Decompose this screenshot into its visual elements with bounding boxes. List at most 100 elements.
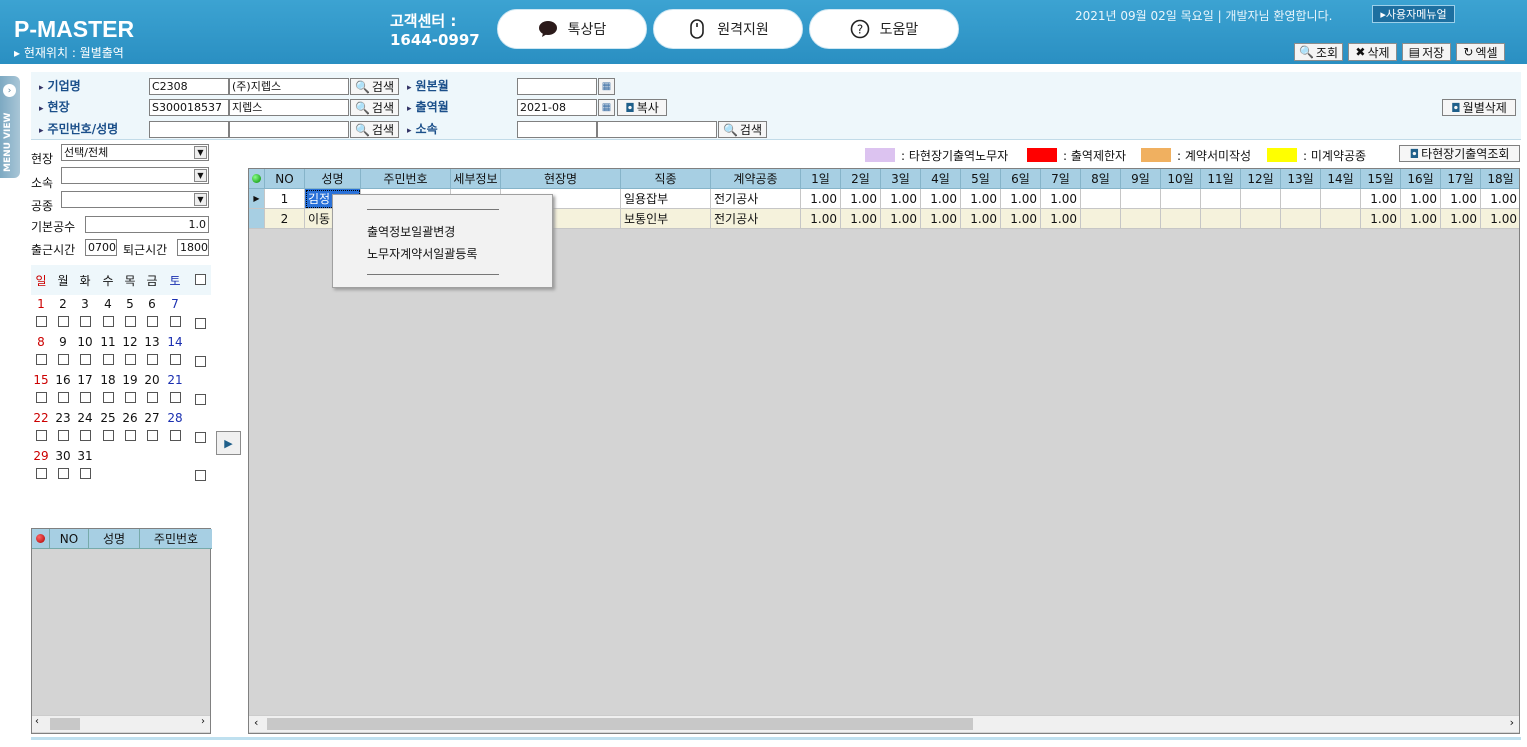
site-code-input[interactable]: S300018537 bbox=[149, 99, 229, 116]
scroll-left-icon[interactable]: ‹ bbox=[254, 716, 258, 729]
day-checkbox[interactable] bbox=[58, 430, 69, 441]
chat-support-button[interactable]: 톡상담 bbox=[497, 9, 647, 49]
day-checkbox[interactable] bbox=[36, 392, 47, 403]
grid-header[interactable]: 5일 bbox=[961, 169, 1001, 189]
day-checkbox[interactable] bbox=[103, 316, 114, 327]
row-indicator[interactable]: ▶ bbox=[249, 189, 265, 209]
day-checkbox[interactable] bbox=[80, 430, 91, 441]
grid-cell[interactable]: 1.00 bbox=[961, 209, 1001, 229]
grid-cell[interactable]: 1.00 bbox=[1401, 189, 1441, 209]
grid-cell[interactable] bbox=[1241, 209, 1281, 229]
day-checkbox[interactable] bbox=[125, 316, 136, 327]
affiliation-search-button[interactable]: 🔍 검색 bbox=[718, 121, 767, 138]
grid-cell[interactable]: 1.00 bbox=[841, 209, 881, 229]
excel-button[interactable]: ↻ 엑셀 bbox=[1456, 43, 1505, 61]
grid-header-no[interactable]: NO bbox=[50, 529, 89, 549]
horizontal-scrollbar[interactable]: ‹ › bbox=[32, 715, 210, 732]
grid-cell[interactable]: 1.00 bbox=[1361, 209, 1401, 229]
grid-header[interactable]: 6일 bbox=[1001, 169, 1041, 189]
main-horizontal-scrollbar[interactable]: ‹ › bbox=[249, 715, 1519, 732]
grid-cell[interactable]: 보통인부 bbox=[621, 209, 711, 229]
query-button[interactable]: 🔍 조회 bbox=[1294, 43, 1343, 61]
grid-header[interactable]: 16일 bbox=[1401, 169, 1441, 189]
day-checkbox[interactable] bbox=[80, 468, 91, 479]
grid-cell[interactable]: 1.00 bbox=[921, 189, 961, 209]
day-checkbox[interactable] bbox=[36, 468, 47, 479]
grid-cell[interactable]: 1.00 bbox=[801, 189, 841, 209]
week-checkbox[interactable] bbox=[195, 318, 206, 329]
delete-button[interactable]: ✖ 삭제 bbox=[1348, 43, 1397, 61]
help-button[interactable]: ? 도움말 bbox=[809, 9, 959, 49]
grid-cell[interactable]: 일용잡부 bbox=[621, 189, 711, 209]
grid-cell[interactable]: 1.00 bbox=[881, 209, 921, 229]
grid-header-jumin[interactable]: 주민번호 bbox=[140, 529, 212, 549]
menu-item-bulk-change-attendance[interactable]: 출역정보일괄변경 bbox=[367, 223, 455, 240]
company-search-button[interactable]: 🔍 검색 bbox=[350, 78, 399, 95]
grid-header[interactable]: 7일 bbox=[1041, 169, 1081, 189]
day-checkbox[interactable] bbox=[170, 316, 181, 327]
copy-button[interactable]: ◘ 복사 bbox=[617, 99, 667, 116]
grid-header[interactable]: 3일 bbox=[881, 169, 921, 189]
day-checkbox[interactable] bbox=[80, 392, 91, 403]
day-checkbox[interactable] bbox=[103, 430, 114, 441]
grid-cell[interactable]: 1.00 bbox=[961, 189, 1001, 209]
grid-header[interactable]: 12일 bbox=[1241, 169, 1281, 189]
day-checkbox[interactable] bbox=[147, 354, 158, 365]
grid-cell[interactable] bbox=[1241, 189, 1281, 209]
grid-header[interactable]: 13일 bbox=[1281, 169, 1321, 189]
grid-cell[interactable] bbox=[1281, 189, 1321, 209]
affiliation-code-input[interactable] bbox=[517, 121, 597, 138]
grid-cell[interactable] bbox=[1081, 209, 1121, 229]
calendar-icon[interactable]: ▦ bbox=[598, 99, 615, 116]
week-checkbox[interactable] bbox=[195, 432, 206, 443]
day-checkbox[interactable] bbox=[147, 430, 158, 441]
day-checkbox[interactable] bbox=[103, 392, 114, 403]
grid-cell[interactable]: 1.00 bbox=[881, 189, 921, 209]
end-time-input[interactable]: 1800 bbox=[177, 239, 209, 256]
trade-select[interactable]: ▼ bbox=[61, 191, 209, 208]
grid-header[interactable]: 주민번호 bbox=[361, 169, 451, 189]
grid-cell[interactable] bbox=[1081, 189, 1121, 209]
grid-header[interactable]: 2일 bbox=[841, 169, 881, 189]
monthly-delete-button[interactable]: ◘ 월별삭제 bbox=[1442, 99, 1516, 116]
grid-cell[interactable] bbox=[1121, 209, 1161, 229]
grid-header[interactable]: 10일 bbox=[1161, 169, 1201, 189]
day-checkbox[interactable] bbox=[170, 354, 181, 365]
grid-cell[interactable] bbox=[1161, 209, 1201, 229]
grid-cell[interactable] bbox=[1201, 209, 1241, 229]
day-checkbox[interactable] bbox=[58, 392, 69, 403]
day-checkbox[interactable] bbox=[80, 316, 91, 327]
menu-view-toggle[interactable]: › MENU VIEW bbox=[0, 76, 20, 178]
grid-cell[interactable] bbox=[1121, 189, 1161, 209]
person-name-input[interactable] bbox=[229, 121, 349, 138]
grid-header[interactable]: 현장명 bbox=[501, 169, 621, 189]
grid-cell[interactable] bbox=[1321, 189, 1361, 209]
company-name-input[interactable]: (주)지렙스 bbox=[229, 78, 349, 95]
grid-header[interactable]: 세부정보 bbox=[451, 169, 501, 189]
week-checkbox[interactable] bbox=[195, 470, 206, 481]
grid-header[interactable]: 15일 bbox=[1361, 169, 1401, 189]
site-name-input[interactable]: 지렙스 bbox=[229, 99, 349, 116]
grid-header[interactable]: 17일 bbox=[1441, 169, 1481, 189]
grid-cell[interactable]: 1 bbox=[265, 189, 305, 209]
grid-cell[interactable] bbox=[1161, 189, 1201, 209]
day-checkbox[interactable] bbox=[58, 468, 69, 479]
grid-cell[interactable]: 1.00 bbox=[1041, 209, 1081, 229]
grid-header-name[interactable]: 성명 bbox=[89, 529, 140, 549]
user-manual-button[interactable]: ▸사용자메뉴얼 bbox=[1372, 5, 1455, 23]
week-checkbox[interactable] bbox=[195, 356, 206, 367]
grid-header[interactable]: 18일 bbox=[1481, 169, 1519, 189]
grid-cell[interactable]: 1.00 bbox=[1361, 189, 1401, 209]
grid-cell[interactable]: 1.00 bbox=[1481, 189, 1519, 209]
grid-cell[interactable]: 1.00 bbox=[1441, 189, 1481, 209]
grid-header[interactable]: 직종 bbox=[621, 169, 711, 189]
menu-item-bulk-register-contract[interactable]: 노무자계약서일괄등록 bbox=[367, 245, 477, 262]
grid-header[interactable]: NO bbox=[265, 169, 305, 189]
site-select[interactable]: 선택/전체 ▼ bbox=[61, 144, 209, 161]
day-checkbox[interactable] bbox=[125, 354, 136, 365]
grid-cell[interactable]: 2 bbox=[265, 209, 305, 229]
grid-cell[interactable]: 전기공사 bbox=[711, 189, 801, 209]
remote-support-button[interactable]: 원격지원 bbox=[653, 9, 803, 49]
day-checkbox[interactable] bbox=[125, 392, 136, 403]
grid-cell[interactable]: 1.00 bbox=[921, 209, 961, 229]
